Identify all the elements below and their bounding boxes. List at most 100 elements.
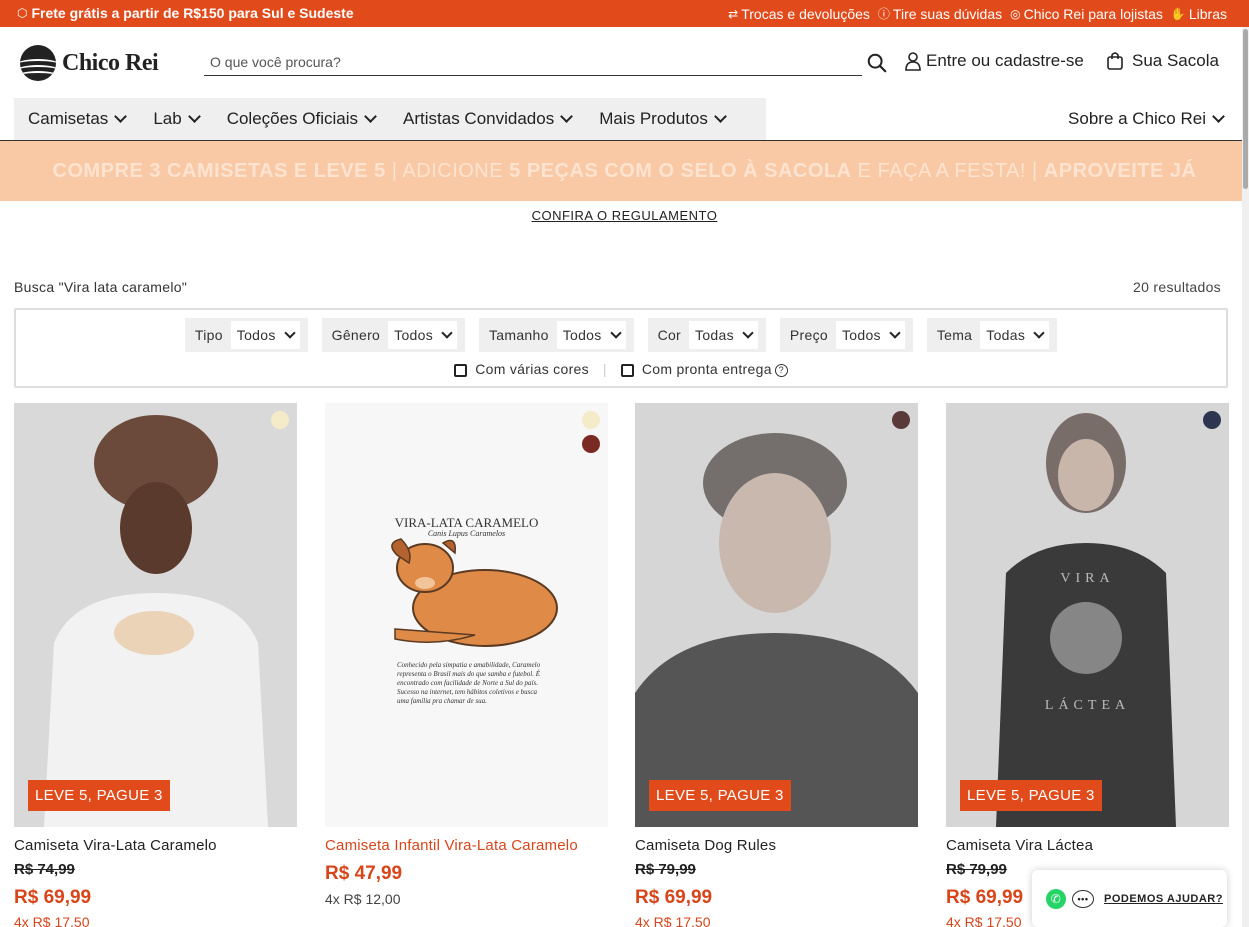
site-header: Chico Rei Entre ou cadastre-se Sua Sacol… [0, 27, 1249, 97]
scrollbar-thumb[interactable] [1243, 29, 1248, 189]
product-card[interactable]: LEVE 5, PAGUE 3 Camiseta Vira-Lata Caram… [14, 403, 297, 927]
chevron-down-icon [1033, 327, 1045, 339]
price: R$ 69,99 [946, 887, 1024, 908]
whatsapp-icon[interactable]: ✆ [1046, 888, 1066, 909]
color-swatch[interactable] [582, 411, 600, 429]
top-announcement-bar: ⬡ Frete grátis a partir de R$150 para Su… [0, 0, 1249, 27]
page-scrollbar[interactable] [1242, 27, 1249, 927]
filter-tema-select[interactable]: Todas [980, 321, 1050, 349]
link-duvidas[interactable]: ⓘ Tire suas dúvidas [878, 5, 1002, 22]
price: R$ 69,99 [635, 887, 713, 908]
promo-badge: LEVE 5, PAGUE 3 [649, 780, 791, 811]
account-label: Entre ou cadastre-se [926, 51, 1084, 70]
filter-tamanho-select[interactable]: Todos [556, 321, 626, 349]
logo-mark-icon [20, 45, 56, 81]
art-bottom-text: LÁCTEA [1044, 698, 1131, 713]
link-libras[interactable]: ✋ Libras [1171, 6, 1227, 22]
box-icon: ⬡ [17, 6, 28, 20]
account-link[interactable]: Entre ou cadastre-se [904, 51, 1084, 71]
model-photo [635, 403, 918, 827]
filter-cor-select[interactable]: Todas [689, 321, 758, 349]
bag-link[interactable]: Sua Sacola [1106, 51, 1219, 71]
store-icon: ◎ [1010, 6, 1021, 21]
nav-mais-produtos[interactable]: Mais Produtos [585, 98, 739, 140]
regulamento-link[interactable]: CONFIRA O REGULAMENTO [0, 208, 1249, 223]
check-varias-cores[interactable]: Com várias cores [454, 361, 589, 377]
question-icon: ⓘ [877, 7, 890, 21]
shipping-notice: ⬡ Frete grátis a partir de R$150 para Su… [17, 5, 354, 21]
product-image[interactable]: LEVE 5, PAGUE 3 [635, 403, 918, 827]
product-name[interactable]: Camiseta Vira Láctea [946, 837, 1093, 854]
help-label[interactable]: PODEMOS AJUDAR? [1104, 893, 1223, 905]
product-image[interactable]: VIRA LÁCTEA LEVE 5, PAGUE 3 [946, 403, 1229, 827]
results-count: 20 resultados [1133, 279, 1221, 295]
installments: 4x R$ 17,50 [946, 914, 1022, 927]
price: R$ 69,99 [14, 887, 92, 908]
search-input[interactable] [204, 49, 862, 76]
chevron-down-icon [114, 110, 128, 123]
promo-banner[interactable]: COMPRE 3 CAMISETAS E LEVE 5 | ADICIONE 5… [0, 141, 1249, 201]
chevron-down-icon [609, 327, 622, 339]
color-swatch[interactable] [271, 411, 289, 429]
old-price: R$ 79,99 [635, 861, 696, 878]
check-pronta-entrega[interactable]: Com pronta entrega? [620, 361, 788, 377]
chevron-down-icon [187, 110, 201, 123]
product-name[interactable]: Camiseta Dog Rules [635, 837, 776, 854]
chat-icon[interactable]: ••• [1072, 889, 1094, 908]
model-photo [946, 403, 1229, 827]
product-card[interactable]: VIRA LÁCTEA LEVE 5, PAGUE 3 Camiseta Vir… [946, 403, 1229, 927]
exchange-icon: ⇄ [728, 6, 739, 21]
bag-label: Sua Sacola [1132, 51, 1219, 70]
filter-panel: Tipo Todos Gênero Todos Tamanho Todos Cor To… [14, 308, 1228, 388]
help-widget[interactable]: ✆ ••• PODEMOS AJUDAR? [1032, 870, 1227, 927]
old-price: R$ 79,99 [946, 861, 1007, 878]
filter-tamanho[interactable]: Tamanho Todos [479, 318, 634, 352]
nav-camisetas[interactable]: Camisetas [14, 98, 139, 140]
nav-colecoes[interactable]: Coleções Oficiais [213, 98, 389, 140]
brand-logo[interactable]: Chico Rei [20, 45, 159, 81]
color-swatch[interactable] [1203, 411, 1221, 429]
art-top-text: VIRA [1060, 571, 1115, 586]
brand-name: Chico Rei [62, 49, 159, 76]
hand-icon: ✋ [1170, 6, 1186, 21]
nav-sobre[interactable]: Sobre a Chico Rei [1068, 98, 1225, 140]
chevron-down-icon [364, 110, 377, 123]
checkbox[interactable] [620, 363, 634, 377]
chevron-down-icon [714, 110, 727, 123]
art-text: Conhecido pela simpatia e amabilidade, C… [397, 661, 541, 705]
promo-badge: LEVE 5, PAGUE 3 [28, 780, 170, 811]
nav-lab[interactable]: Lab [139, 98, 212, 140]
checkbox[interactable] [454, 363, 468, 377]
chevron-down-icon [1212, 110, 1225, 123]
product-card[interactable]: LEVE 5, PAGUE 3 Camiseta Dog Rules R$ 79… [635, 403, 918, 927]
chevron-down-icon [283, 327, 296, 339]
question-icon[interactable]: ? [774, 363, 788, 377]
nav-artistas[interactable]: Artistas Convidados [389, 98, 585, 140]
promo-badge: LEVE 5, PAGUE 3 [960, 780, 1102, 811]
product-image[interactable]: VIRA-LATA CARAMELO Canis Lupus Caramelos… [325, 403, 608, 827]
search-icon[interactable] [866, 52, 888, 74]
chevron-down-icon [441, 327, 453, 339]
product-name[interactable]: Camiseta Vira-Lata Caramelo [14, 837, 217, 854]
color-swatch[interactable] [582, 435, 600, 453]
link-trocas[interactable]: ⇄ Trocas e devoluções [728, 6, 870, 22]
filter-preco[interactable]: Preço Todos [779, 318, 913, 352]
old-price: R$ 74,99 [14, 861, 75, 878]
filter-genero-select[interactable]: Todos [388, 321, 457, 349]
filter-cor[interactable]: Cor Todas [647, 318, 766, 352]
filter-tipo[interactable]: Tipo Todos [184, 318, 308, 352]
installments: 4x R$ 17,50 [14, 914, 90, 927]
product-image[interactable]: LEVE 5, PAGUE 3 [14, 403, 297, 827]
filter-tema[interactable]: Tema Todas [926, 318, 1058, 352]
filter-tipo-select[interactable]: Todos [230, 321, 300, 349]
product-card[interactable]: VIRA-LATA CARAMELO Canis Lupus Caramelos… [325, 403, 608, 927]
installments: 4x R$ 17,50 [635, 914, 711, 927]
price: R$ 47,99 [325, 863, 403, 884]
separator: | [602, 361, 607, 377]
color-swatch[interactable] [892, 411, 910, 429]
main-nav: Camisetas Lab Coleções Oficiais Artistas… [14, 98, 766, 140]
filter-preco-select[interactable]: Todos [835, 321, 905, 349]
filter-genero[interactable]: Gênero Todos [321, 318, 465, 352]
link-lojistas[interactable]: ◎ Chico Rei para lojistas [1010, 6, 1163, 22]
product-name[interactable]: Camiseta Infantil Vira-Lata Caramelo [325, 837, 578, 854]
